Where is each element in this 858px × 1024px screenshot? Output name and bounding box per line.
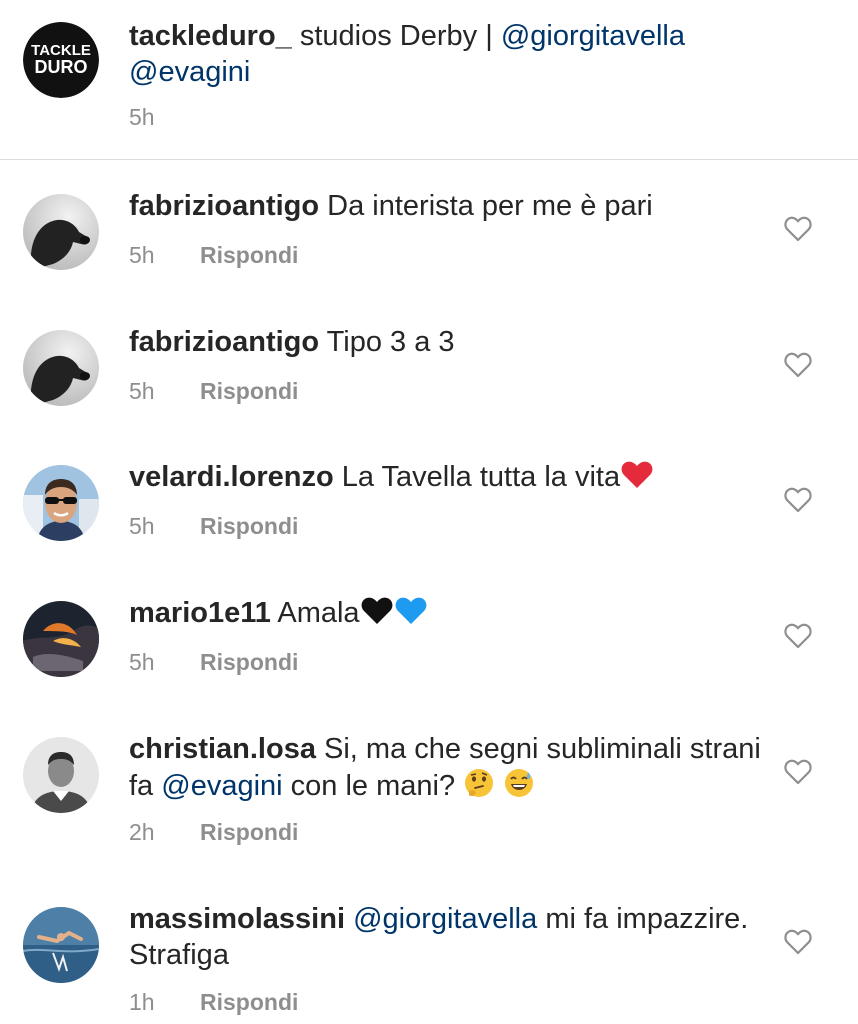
comment-username[interactable]: fabrizioantigo	[129, 326, 319, 358]
thinking-face-emoji	[463, 767, 495, 799]
comment-timestamp: 5h	[129, 513, 155, 539]
caption-text: tackleduro_ studios Derby | @giorgitavel…	[129, 18, 769, 90]
comment-username[interactable]: massimolassini	[129, 903, 345, 935]
reply-button[interactable]: Rispondi	[200, 819, 298, 845]
comment-username[interactable]: mario1e11	[129, 597, 271, 629]
person-photo-avatar	[23, 465, 99, 541]
dog-photo-avatar	[23, 330, 99, 406]
like-heart-icon[interactable]	[784, 929, 812, 955]
avatar-tackleduro[interactable]: TACKLE DURO	[23, 22, 99, 98]
avatar-fabrizioantigo[interactable]	[23, 330, 99, 406]
comment-text: christian.losa Si, ma che segni sublimin…	[129, 731, 769, 804]
svg-text:DURO: DURO	[35, 57, 88, 77]
red-heart-emoji	[620, 460, 654, 490]
comment-text: fabrizioantigo Da interista per me è par…	[129, 188, 769, 224]
avatar-mario1e11[interactable]	[23, 601, 99, 677]
comment-meta: 5h Rispondi	[129, 513, 298, 540]
caption-body: studios Derby |	[291, 20, 501, 52]
caption-username[interactable]: tackleduro_	[129, 20, 292, 52]
comment-timestamp: 1h	[129, 989, 155, 1015]
comment-body: Tipo 3 a 3	[319, 326, 455, 358]
dark-photo-avatar	[23, 601, 99, 677]
comment-body	[345, 903, 353, 935]
dog-photo-avatar	[23, 194, 99, 270]
blue-heart-emoji	[394, 596, 428, 626]
avatar-velardi-lorenzo[interactable]	[23, 465, 99, 541]
like-heart-icon[interactable]	[784, 759, 812, 785]
like-heart-icon[interactable]	[784, 623, 812, 649]
sea-photo-avatar	[23, 907, 99, 983]
comment-meta: 5h Rispondi	[129, 378, 298, 405]
tackleduro-logo: TACKLE DURO	[23, 22, 99, 98]
comment-timestamp: 5h	[129, 649, 155, 675]
comment-timestamp: 5h	[129, 242, 155, 268]
reply-button[interactable]: Rispondi	[200, 649, 298, 675]
reply-button[interactable]: Rispondi	[200, 989, 298, 1015]
comment-timestamp: 5h	[129, 378, 155, 404]
comment-mention-giorgitavella[interactable]: @giorgitavella	[353, 903, 537, 935]
like-heart-icon[interactable]	[784, 216, 812, 242]
comment-meta: 2h Rispondi	[129, 819, 298, 846]
avatar-christian-losa[interactable]	[23, 737, 99, 813]
comment-meta: 5h Rispondi	[129, 242, 298, 269]
comment-text: massimolassini @giorgitavella mi fa impa…	[129, 901, 769, 973]
comment-timestamp: 2h	[129, 819, 155, 845]
comment-username[interactable]: christian.losa	[129, 733, 316, 765]
person-bw-photo-avatar	[23, 737, 99, 813]
comment-text: velardi.lorenzo La Tavella tutta la vita	[129, 459, 769, 495]
comment-body: Da interista per me è pari	[319, 190, 653, 222]
reply-button[interactable]: Rispondi	[200, 242, 298, 268]
comment-body-after: con le mani?	[282, 770, 464, 802]
comment-mention-evagini[interactable]: @evagini	[161, 770, 282, 802]
reply-button[interactable]: Rispondi	[200, 378, 298, 404]
comment-meta: 1h Rispondi	[129, 989, 298, 1016]
comment-text: mario1e11 Amala	[129, 595, 769, 631]
avatar-massimolassini[interactable]	[23, 907, 99, 983]
reply-button[interactable]: Rispondi	[200, 513, 298, 539]
comment-username[interactable]: fabrizioantigo	[129, 190, 319, 222]
comment-text: fabrizioantigo Tipo 3 a 3	[129, 324, 769, 360]
caption-timestamp: 5h	[129, 104, 155, 130]
comment-body: La Tavella tutta la vita	[333, 461, 621, 493]
comment-body: Amala	[270, 597, 360, 629]
post-caption: TACKLE DURO tackleduro_ studios Derby | …	[0, 0, 858, 160]
caption-mention-giorgitavella[interactable]: @giorgitavella	[501, 20, 685, 52]
caption-divider	[0, 159, 858, 160]
caption-mention-evagini[interactable]: @evagini	[129, 56, 250, 88]
grinning-sweat-face-emoji	[503, 767, 535, 799]
like-heart-icon[interactable]	[784, 352, 812, 378]
like-heart-icon[interactable]	[784, 487, 812, 513]
comment-meta: 5h Rispondi	[129, 649, 298, 676]
black-heart-emoji	[360, 596, 394, 626]
avatar-fabrizioantigo[interactable]	[23, 194, 99, 270]
comment-username[interactable]: velardi.lorenzo	[129, 461, 334, 493]
